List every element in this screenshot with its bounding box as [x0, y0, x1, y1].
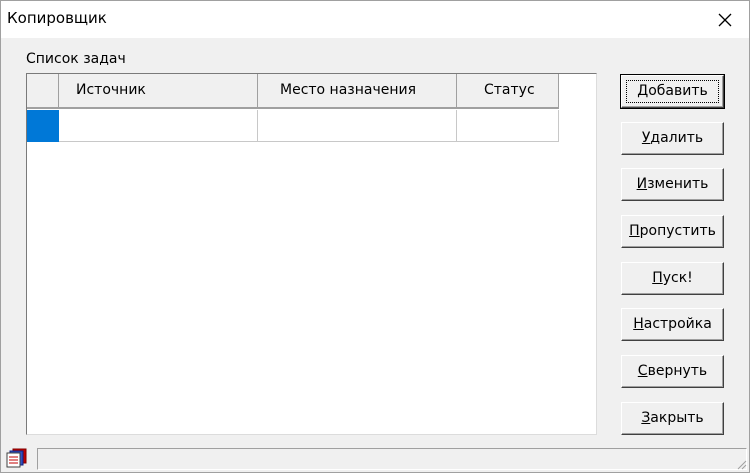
cell-source[interactable]: [59, 110, 258, 142]
title-bar: Копировщик: [1, 1, 749, 38]
close-window-button[interactable]: [703, 1, 747, 38]
column-header-destination[interactable]: Место назначения: [258, 74, 457, 109]
column-header-status[interactable]: Статус: [457, 74, 559, 109]
window-title: Копировщик: [7, 9, 107, 27]
task-list-grid[interactable]: Источник Место назначения Статус: [26, 73, 597, 435]
cell-destination[interactable]: [258, 110, 457, 142]
status-panel: [37, 448, 747, 470]
skip-button[interactable]: Пропустить: [621, 215, 724, 248]
add-button[interactable]: Добавить: [620, 74, 725, 109]
cell-status[interactable]: [457, 110, 559, 142]
settings-button[interactable]: Настройка: [621, 308, 724, 341]
close-button-label: Закрыть: [641, 410, 704, 426]
task-list-label: Список задач: [26, 51, 126, 67]
start-button-label: Пуск!: [652, 270, 693, 286]
delete-button-label: Удалить: [641, 130, 704, 146]
edit-button[interactable]: Изменить: [621, 168, 724, 201]
close-icon: [718, 13, 732, 26]
settings-button-label: Настройка: [633, 316, 712, 332]
copy-app-icon: [6, 448, 27, 468]
edit-button-label: Изменить: [636, 176, 709, 192]
row-selector[interactable]: [27, 110, 59, 142]
start-button[interactable]: Пуск!: [621, 262, 724, 295]
status-bar: [1, 445, 749, 472]
skip-button-label: Пропустить: [629, 223, 716, 239]
minimize-button[interactable]: Свернуть: [621, 355, 724, 388]
column-header-source-label: Источник: [76, 82, 146, 98]
delete-button[interactable]: Удалить: [621, 122, 724, 155]
close-button[interactable]: Закрыть: [621, 402, 724, 435]
row-header-corner: [27, 74, 59, 109]
copier-window: Копировщик Список задач Источник Место н…: [0, 0, 750, 473]
column-header-source[interactable]: Источник: [59, 74, 258, 109]
column-header-destination-label: Место назначения: [280, 82, 417, 98]
focus-rect: [626, 80, 719, 103]
resize-grip-icon[interactable]: [735, 458, 747, 470]
minimize-button-label: Свернуть: [637, 363, 708, 379]
column-header-status-label: Статус: [484, 82, 535, 98]
